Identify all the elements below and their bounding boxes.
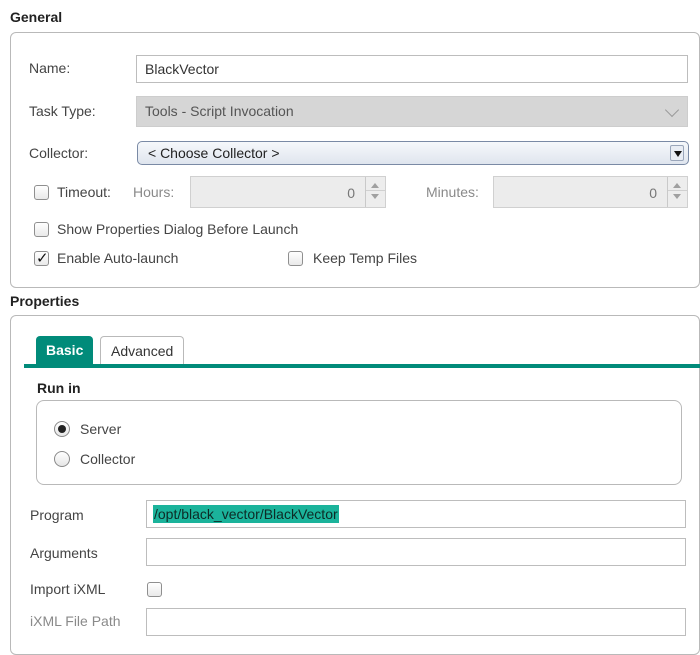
collector-combobox[interactable]: < Choose Collector > (137, 141, 689, 165)
tab-underline (24, 364, 700, 368)
minutes-label: Minutes: (426, 184, 479, 200)
radio-collector-label: Collector (80, 451, 136, 467)
collector-value: < Choose Collector > (148, 145, 280, 161)
minutes-spinner: 0 (493, 176, 688, 208)
task-type-select: Tools - Script Invocation (136, 96, 688, 127)
radio-server[interactable] (54, 421, 70, 437)
import-ixml-label: Import iXML (30, 581, 106, 597)
hours-spinner: 0 (190, 176, 386, 208)
radio-server-label: Server (80, 421, 122, 437)
tab-advanced[interactable]: Advanced (100, 336, 185, 364)
program-value: /opt/black_vector/BlackVector (153, 505, 339, 523)
chevron-down-icon (664, 102, 680, 118)
run-in-group (36, 400, 682, 485)
auto-launch-label: Enable Auto-launch (57, 250, 179, 266)
program-input[interactable]: /opt/black_vector/BlackVector (146, 500, 686, 528)
collector-label: Collector: (29, 145, 89, 161)
program-label: Program (30, 507, 84, 523)
name-input[interactable]: BlackVector (136, 55, 688, 83)
arguments-input[interactable] (146, 538, 686, 566)
ixml-path-input[interactable] (146, 608, 686, 636)
properties-section-title: Properties (10, 293, 80, 309)
auto-launch-checkbox[interactable] (34, 249, 49, 267)
keep-temp-label: Keep Temp Files (313, 250, 418, 266)
timeout-label: Timeout: (57, 184, 111, 200)
ixml-path-label: iXML File Path (30, 613, 121, 629)
task-type-label: Task Type: (29, 103, 96, 119)
show-properties-label: Show Properties Dialog Before Launch (57, 221, 299, 237)
hours-label: Hours: (133, 184, 175, 200)
arguments-label: Arguments (30, 545, 98, 561)
keep-temp-checkbox[interactable] (288, 251, 303, 266)
hours-stepper-icon (365, 177, 385, 207)
hours-value: 0 (347, 185, 355, 201)
import-ixml-checkbox[interactable] (147, 582, 162, 597)
general-section-title: General (10, 9, 63, 25)
show-properties-checkbox[interactable] (34, 222, 49, 237)
dropdown-arrow-icon[interactable] (670, 145, 684, 161)
task-type-value: Tools - Script Invocation (145, 103, 294, 119)
timeout-checkbox[interactable] (34, 185, 49, 200)
tab-basic[interactable]: Basic (36, 336, 94, 364)
minutes-stepper-icon (667, 177, 687, 207)
run-in-title: Run in (37, 380, 81, 396)
name-label: Name: (29, 60, 71, 76)
radio-collector[interactable] (54, 451, 70, 467)
minutes-value: 0 (649, 185, 657, 201)
